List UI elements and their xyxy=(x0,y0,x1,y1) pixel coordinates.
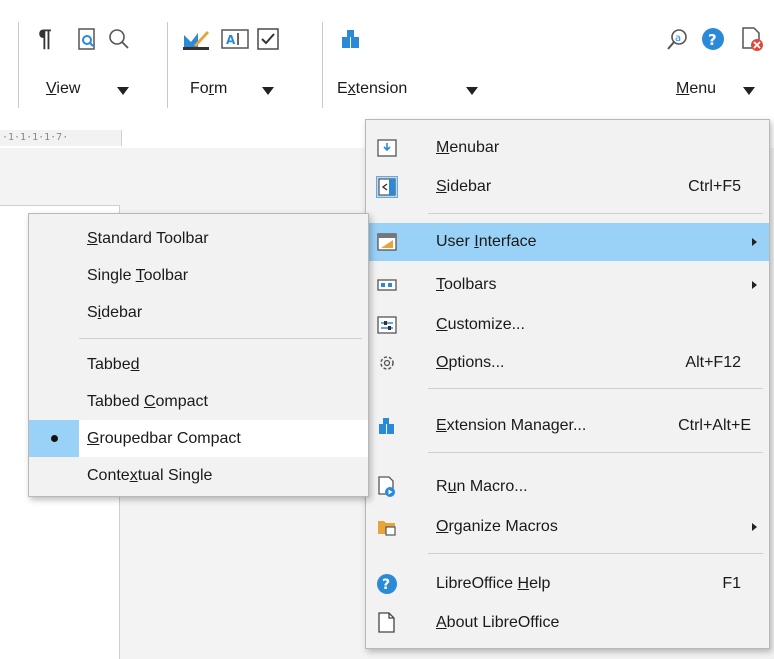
checkbox-icon[interactable] xyxy=(254,26,282,52)
sidebar-shortcut: Ctrl+F5 xyxy=(688,178,741,195)
close-document-icon[interactable] xyxy=(738,26,766,52)
submenu-arrow-icon xyxy=(752,523,757,531)
sidebar-label: Sidebar xyxy=(436,178,492,195)
menubar-icon xyxy=(376,137,398,159)
menubar-item[interactable]: Menubar xyxy=(366,129,769,167)
menu-separator xyxy=(428,553,763,554)
tabbed-compact-label: Tabbed Compact xyxy=(87,392,208,410)
standard-toolbar-option[interactable]: Standard Toolbar xyxy=(29,220,368,257)
extension-puzzle-icon[interactable] xyxy=(337,26,365,52)
options-icon xyxy=(376,352,398,374)
run-macro-icon xyxy=(376,476,398,498)
libreoffice-help-item[interactable]: ? LibreOffice Help F1 xyxy=(366,565,769,603)
organize-macros-item[interactable]: Organize Macros xyxy=(366,508,769,546)
help-icon[interactable]: ? xyxy=(700,26,726,52)
svg-text:A: A xyxy=(226,33,236,47)
toolbars-item[interactable]: Toolbars xyxy=(366,266,769,304)
libreoffice-help-label: LibreOffice Help xyxy=(436,575,551,592)
run-macro-label: Run Macro... xyxy=(436,478,528,495)
svg-text:a: a xyxy=(675,33,681,44)
bullet-icon xyxy=(50,435,58,442)
view-dropdown-arrow[interactable] xyxy=(117,87,129,95)
horizontal-ruler: ·1·1·1·1·7· xyxy=(0,130,122,146)
menu-dropdown-arrow[interactable] xyxy=(743,87,755,95)
page-preview-icon[interactable] xyxy=(74,26,100,52)
sidebar-option-label: Sidebar xyxy=(87,303,143,321)
run-macro-item[interactable]: Run Macro... xyxy=(366,468,769,506)
extension-manager-icon xyxy=(376,415,398,437)
design-mode-icon[interactable] xyxy=(182,26,210,52)
tabbed-label: Tabbed xyxy=(87,355,140,373)
svg-text:?: ? xyxy=(708,31,717,49)
view-label[interactable]: View xyxy=(46,80,80,98)
tabbed-option[interactable]: Tabbed xyxy=(29,346,368,383)
zoom-icon[interactable] xyxy=(106,26,132,52)
notebookbar: ¶ View A Form Extension a ? Menu xyxy=(0,0,774,120)
organize-macros-icon xyxy=(376,516,398,538)
about-libreoffice-item[interactable]: About LibreOffice xyxy=(366,604,769,642)
extension-manager-label: Extension Manager... xyxy=(436,417,587,434)
customize-item[interactable]: Customize... xyxy=(366,306,769,344)
form-label[interactable]: Form xyxy=(190,80,227,98)
sidebar-option[interactable]: Sidebar xyxy=(29,294,368,331)
libreoffice-help-shortcut: F1 xyxy=(722,575,741,592)
standard-toolbar-label: Standard Toolbar xyxy=(87,229,209,247)
toolbars-label: Toolbars xyxy=(436,276,497,293)
text-box-icon[interactable]: A xyxy=(221,26,249,52)
help-icon: ? xyxy=(376,573,398,595)
options-label: Options... xyxy=(436,354,505,371)
tabbed-compact-option[interactable]: Tabbed Compact xyxy=(29,383,368,420)
about-libreoffice-label: About LibreOffice xyxy=(436,614,560,631)
menu-separator xyxy=(428,452,763,453)
extension-manager-shortcut: Ctrl+Alt+E xyxy=(678,417,751,434)
toolbars-icon xyxy=(376,274,398,296)
contextual-single-option[interactable]: Contextual Single xyxy=(29,457,368,494)
menu-label[interactable]: Menu xyxy=(676,80,716,98)
user-interface-label: User Interface xyxy=(436,233,537,250)
extension-manager-item[interactable]: Extension Manager... Ctrl+Alt+E xyxy=(366,407,769,445)
svg-text:?: ? xyxy=(382,577,390,593)
menu-separator xyxy=(428,213,763,214)
sidebar-item[interactable]: Sidebar Ctrl+F5 xyxy=(366,168,769,206)
customize-icon xyxy=(376,314,398,336)
contextual-single-label: Contextual Single xyxy=(87,466,213,484)
submenu-arrow-icon xyxy=(752,281,757,289)
menu-separator xyxy=(79,338,362,339)
extension-label[interactable]: Extension xyxy=(337,80,407,98)
user-interface-icon xyxy=(376,231,398,253)
customize-label: Customize... xyxy=(436,316,525,333)
toolbar-separator xyxy=(18,22,19,108)
radio-selected-indicator xyxy=(29,420,79,457)
groupedbar-compact-option[interactable]: Groupedbar Compact xyxy=(29,420,368,457)
user-interface-item[interactable]: User Interface xyxy=(366,223,769,261)
menu-dropdown: Menubar Sidebar Ctrl+F5 User Interface T… xyxy=(365,119,770,649)
toolbar-separator xyxy=(167,22,168,108)
options-shortcut: Alt+F12 xyxy=(685,354,741,371)
groupedbar-compact-label: Groupedbar Compact xyxy=(87,429,241,447)
menubar-label: Menubar xyxy=(436,139,500,156)
single-toolbar-option[interactable]: Single Toolbar xyxy=(29,257,368,294)
submenu-arrow-icon xyxy=(752,238,757,246)
menu-separator xyxy=(428,388,763,389)
user-interface-submenu: Standard Toolbar Single Toolbar Sidebar … xyxy=(28,213,369,497)
form-dropdown-arrow[interactable] xyxy=(262,87,274,95)
formatting-marks-icon[interactable]: ¶ xyxy=(32,25,58,52)
options-item[interactable]: Options... Alt+F12 xyxy=(366,344,769,382)
single-toolbar-label: Single Toolbar xyxy=(87,266,189,284)
organize-macros-label: Organize Macros xyxy=(436,518,558,535)
sidebar-icon xyxy=(376,176,398,198)
about-icon xyxy=(376,612,398,634)
toolbar-separator xyxy=(322,22,323,108)
extension-dropdown-arrow[interactable] xyxy=(466,87,478,95)
find-replace-icon[interactable]: a xyxy=(664,26,692,52)
